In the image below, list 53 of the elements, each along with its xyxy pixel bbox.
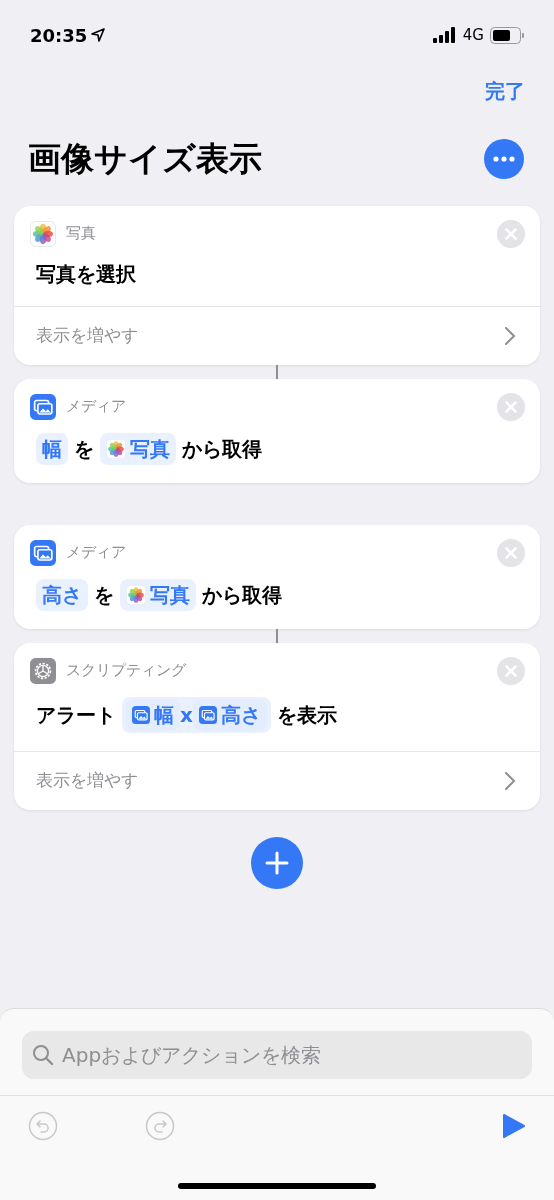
action-text: 写真を選択 (36, 260, 136, 288)
photos-icon (30, 220, 56, 247)
gear-icon (30, 657, 56, 684)
variable-token[interactable]: 高さ (36, 578, 88, 611)
action-text: アラート (36, 701, 116, 729)
shortcut-title: 画像サイズ表示 (28, 138, 262, 180)
photo-stack-icon (30, 539, 56, 566)
variable-token[interactable]: 高さ (192, 698, 267, 731)
photo-stack-icon (132, 705, 150, 724)
show-more-row[interactable]: 表示を増やす (14, 305, 540, 365)
redo-icon (145, 1110, 175, 1141)
variable-token[interactable]: 幅 (36, 432, 68, 465)
more-button[interactable] (484, 138, 524, 179)
play-icon (502, 1112, 526, 1139)
add-action-button[interactable] (251, 836, 303, 889)
photos-icon (106, 438, 126, 459)
photo-stack-icon (198, 705, 217, 724)
action-text: を (94, 581, 114, 609)
action-text: から取得 (182, 435, 262, 463)
close-icon[interactable] (497, 392, 525, 421)
done-button[interactable]: 完了 (485, 76, 525, 106)
variable-token[interactable]: 写真 (100, 432, 176, 465)
signal-icon (432, 27, 457, 43)
variable-token[interactable]: 幅 (126, 698, 180, 731)
variable-token[interactable]: 写真 (120, 578, 196, 611)
location-icon (91, 28, 106, 42)
plus-icon (265, 850, 289, 875)
chevron-icon (504, 325, 516, 346)
ellipsis-icon (493, 155, 515, 162)
action-text: を (74, 435, 94, 463)
network-text: 4G (462, 24, 484, 46)
action-category: 写真 (66, 223, 96, 245)
undo-icon (28, 1110, 58, 1141)
search-icon (32, 1044, 54, 1066)
close-icon[interactable] (497, 656, 525, 685)
search-input[interactable]: Appおよびアクションを検索 (62, 1040, 522, 1070)
photo-stack-icon (30, 393, 56, 420)
close-icon[interactable] (497, 538, 525, 567)
action-text: を表示 (276, 701, 337, 729)
action-category: メディア (66, 396, 126, 418)
action-category: メディア (66, 542, 126, 564)
separator-text: x (180, 701, 193, 729)
status-time: 20:35 (30, 23, 88, 48)
photos-icon (126, 584, 146, 605)
action-text: から取得 (202, 581, 282, 609)
variable-group[interactable]: 幅 x 高さ (122, 696, 271, 733)
show-more-row[interactable]: 表示を増やす (14, 750, 540, 810)
search-field[interactable]: Appおよびアクションを検索 (22, 1031, 532, 1079)
chevron-icon (504, 770, 516, 791)
battery-icon (490, 26, 524, 44)
close-icon[interactable] (497, 219, 525, 248)
run-button[interactable] (502, 1112, 526, 1139)
action-category: スクリプティング (66, 660, 186, 682)
